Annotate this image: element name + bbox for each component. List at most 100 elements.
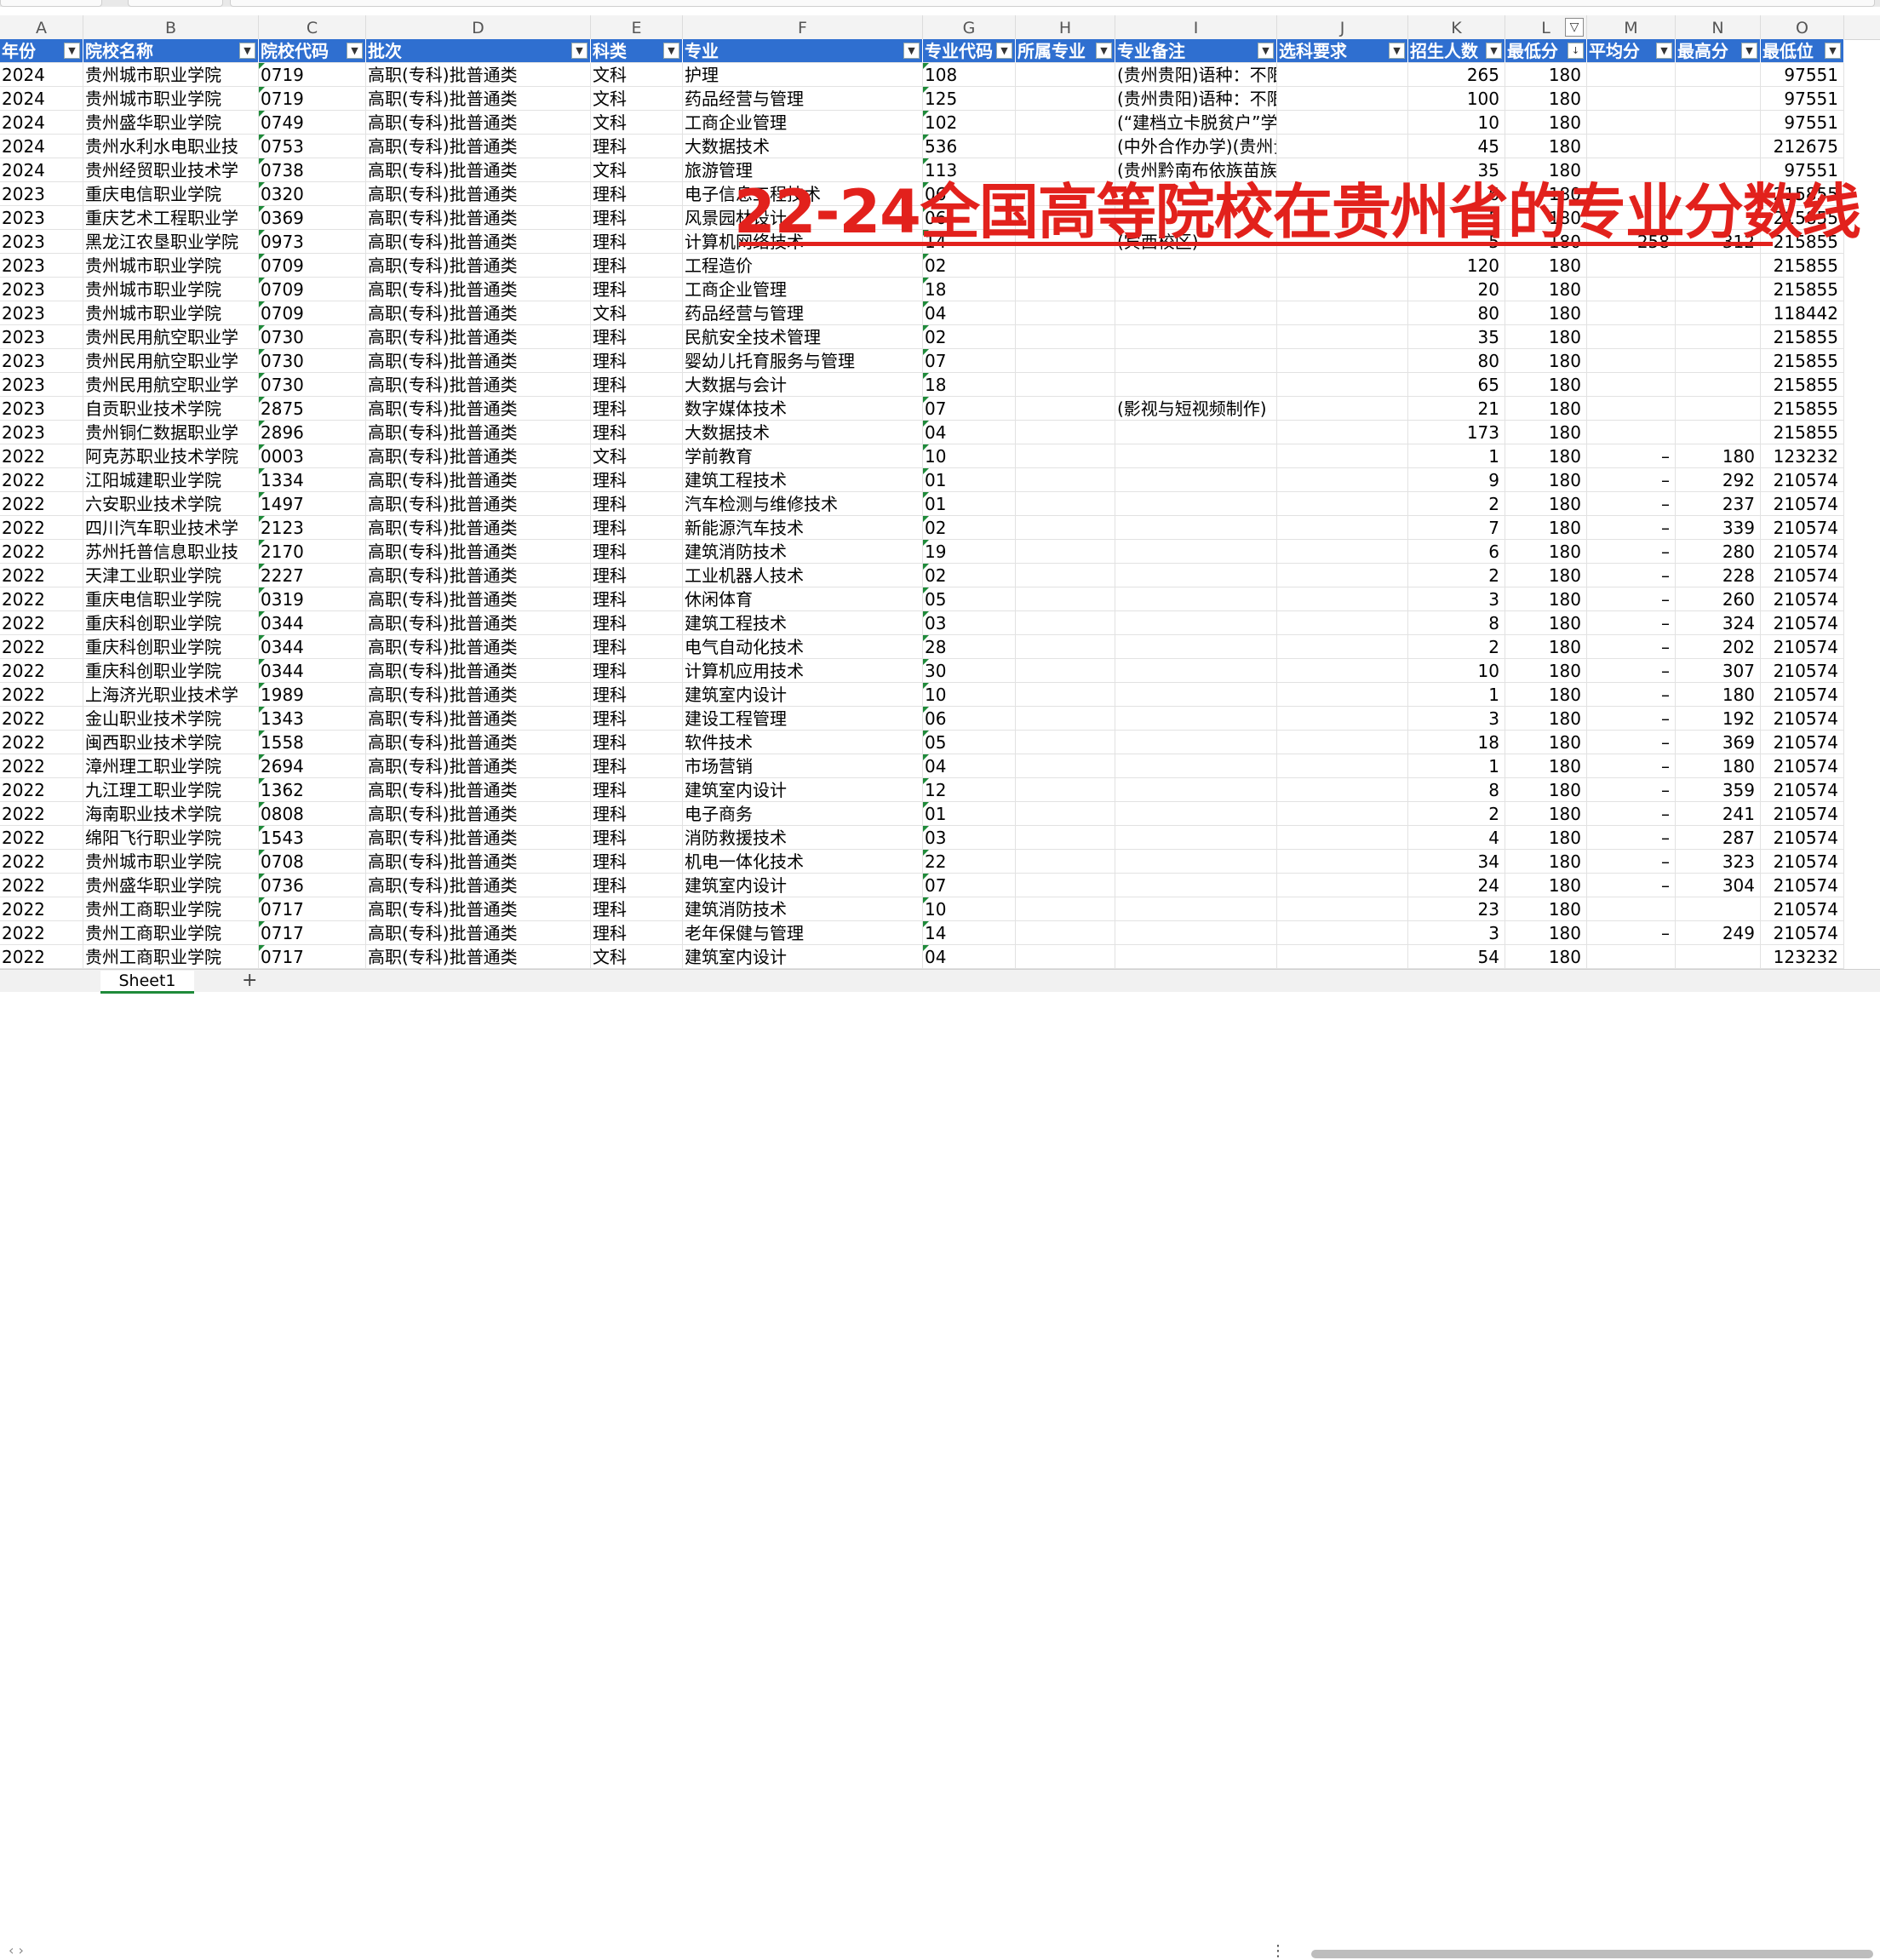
table-cell[interactable]: 贵州经贸职业技术学 bbox=[83, 158, 259, 182]
table-cell[interactable] bbox=[1676, 897, 1761, 921]
table-cell[interactable]: 180 bbox=[1505, 874, 1587, 897]
table-cell[interactable]: 理科 bbox=[591, 683, 683, 707]
table-cell[interactable] bbox=[1277, 492, 1408, 516]
table-cell[interactable]: 210574 bbox=[1761, 468, 1844, 492]
table-cell[interactable]: 高职(专科)批普通类 bbox=[366, 707, 591, 731]
table-cell[interactable] bbox=[1115, 564, 1277, 587]
table-cell[interactable]: 210574 bbox=[1761, 635, 1844, 659]
table-cell[interactable]: 0369 bbox=[259, 206, 366, 230]
table-cell[interactable]: 287 bbox=[1676, 826, 1761, 850]
table-cell[interactable]: 2022 bbox=[0, 945, 83, 969]
table-cell[interactable]: 高职(专科)批普通类 bbox=[366, 802, 591, 826]
table-cell[interactable] bbox=[1587, 349, 1676, 373]
table-cell[interactable]: 1 bbox=[1408, 754, 1505, 778]
table-cell[interactable]: 210574 bbox=[1761, 587, 1844, 611]
table-cell[interactable]: 339 bbox=[1676, 516, 1761, 540]
table-cell[interactable] bbox=[1587, 278, 1676, 301]
header-cell[interactable]: 所属专业 ▼ bbox=[1016, 39, 1115, 63]
table-cell[interactable] bbox=[1587, 397, 1676, 421]
table-cell[interactable]: 理科 bbox=[591, 540, 683, 564]
table-cell[interactable]: 210574 bbox=[1761, 754, 1844, 778]
table-cell[interactable]: 0319 bbox=[259, 587, 366, 611]
table-cell[interactable]: 0717 bbox=[259, 897, 366, 921]
table-cell[interactable]: 高职(专科)批普通类 bbox=[366, 349, 591, 373]
table-cell[interactable]: 97551 bbox=[1761, 111, 1844, 135]
table-cell[interactable]: 210574 bbox=[1761, 516, 1844, 540]
table-cell[interactable]: 0709 bbox=[259, 278, 366, 301]
table-cell[interactable]: 180 bbox=[1676, 444, 1761, 468]
table-cell[interactable]: 23 bbox=[1408, 897, 1505, 921]
table-cell[interactable]: 18 bbox=[1408, 731, 1505, 754]
table-cell[interactable]: 05 bbox=[923, 731, 1016, 754]
table-cell[interactable]: 2022 bbox=[0, 826, 83, 850]
table-cell[interactable]: 180 bbox=[1505, 802, 1587, 826]
table-cell[interactable]: 汽车检测与维修技术 bbox=[683, 492, 923, 516]
table-cell[interactable]: 大数据技术 bbox=[683, 135, 923, 158]
table-cell[interactable]: 180 bbox=[1505, 373, 1587, 397]
table-cell[interactable] bbox=[1115, 611, 1277, 635]
table-cell[interactable]: 120 bbox=[1408, 254, 1505, 278]
table-cell[interactable]: 0708 bbox=[259, 850, 366, 874]
table-cell[interactable]: 重庆电信职业学院 bbox=[83, 182, 259, 206]
table-cell[interactable]: 215855 bbox=[1761, 373, 1844, 397]
filter-dropdown-icon[interactable]: ▼ bbox=[1486, 43, 1502, 59]
table-cell[interactable]: 0320 bbox=[259, 182, 366, 206]
table-cell[interactable]: 210574 bbox=[1761, 874, 1844, 897]
table-cell[interactable] bbox=[1676, 397, 1761, 421]
table-cell[interactable]: 理科 bbox=[591, 564, 683, 587]
column-letter-n[interactable]: N bbox=[1676, 15, 1761, 39]
table-cell[interactable]: 理科 bbox=[591, 349, 683, 373]
table-cell[interactable]: 高职(专科)批普通类 bbox=[366, 754, 591, 778]
table-cell[interactable]: 210574 bbox=[1761, 611, 1844, 635]
column-letter-m[interactable]: M bbox=[1587, 15, 1676, 39]
table-cell[interactable]: – bbox=[1587, 516, 1676, 540]
column-letter-i[interactable]: I bbox=[1115, 15, 1277, 39]
table-cell[interactable]: 建筑消防技术 bbox=[683, 897, 923, 921]
table-cell[interactable]: 215855 bbox=[1761, 421, 1844, 444]
table-cell[interactable] bbox=[1016, 683, 1115, 707]
header-cell[interactable]: 最低分 ↓ bbox=[1505, 39, 1587, 63]
table-cell[interactable] bbox=[1277, 444, 1408, 468]
table-cell[interactable]: 07 bbox=[923, 397, 1016, 421]
table-cell[interactable]: 药品经营与管理 bbox=[683, 301, 923, 325]
table-cell[interactable] bbox=[1115, 278, 1277, 301]
table-cell[interactable] bbox=[1277, 301, 1408, 325]
table-cell[interactable]: 01 bbox=[923, 468, 1016, 492]
table-cell[interactable]: – bbox=[1587, 802, 1676, 826]
table-cell[interactable] bbox=[1016, 468, 1115, 492]
table-cell[interactable]: 黑龙江农垦职业学院 bbox=[83, 230, 259, 254]
table-cell[interactable] bbox=[1277, 635, 1408, 659]
table-cell[interactable] bbox=[1277, 540, 1408, 564]
table-cell[interactable] bbox=[1016, 135, 1115, 158]
table-cell[interactable] bbox=[1016, 87, 1115, 111]
table-cell[interactable]: 260 bbox=[1676, 587, 1761, 611]
table-cell[interactable] bbox=[1587, 135, 1676, 158]
table-cell[interactable]: 休闲体育 bbox=[683, 587, 923, 611]
table-cell[interactable]: 阿克苏职业技术学院 bbox=[83, 444, 259, 468]
table-cell[interactable]: 贵州城市职业学院 bbox=[83, 254, 259, 278]
table-cell[interactable]: 理科 bbox=[591, 373, 683, 397]
table-cell[interactable] bbox=[1587, 254, 1676, 278]
top-tab[interactable] bbox=[230, 0, 1875, 7]
table-cell[interactable]: 高职(专科)批普通类 bbox=[366, 492, 591, 516]
table-cell[interactable]: 贵州铜仁数据职业学 bbox=[83, 421, 259, 444]
table-cell[interactable]: 210574 bbox=[1761, 826, 1844, 850]
table-cell[interactable]: (“建档立卡脱贫户”学生三年零学 bbox=[1115, 111, 1277, 135]
table-cell[interactable]: 贵州盛华职业学院 bbox=[83, 874, 259, 897]
table-cell[interactable]: 贵州工商职业学院 bbox=[83, 897, 259, 921]
table-cell[interactable]: – bbox=[1587, 468, 1676, 492]
table-cell[interactable]: 2022 bbox=[0, 659, 83, 683]
table-cell[interactable]: 理科 bbox=[591, 325, 683, 349]
table-cell[interactable]: 180 bbox=[1505, 135, 1587, 158]
table-cell[interactable] bbox=[1016, 778, 1115, 802]
table-cell[interactable]: 理科 bbox=[591, 492, 683, 516]
table-cell[interactable]: 学前教育 bbox=[683, 444, 923, 468]
table-cell[interactable] bbox=[1115, 659, 1277, 683]
table-cell[interactable]: 24 bbox=[1408, 874, 1505, 897]
table-cell[interactable] bbox=[1277, 945, 1408, 969]
table-cell[interactable]: 2023 bbox=[0, 325, 83, 349]
table-cell[interactable]: 理科 bbox=[591, 659, 683, 683]
table-cell[interactable]: 0730 bbox=[259, 325, 366, 349]
table-cell[interactable]: 0709 bbox=[259, 254, 366, 278]
table-cell[interactable]: 高职(专科)批普通类 bbox=[366, 683, 591, 707]
